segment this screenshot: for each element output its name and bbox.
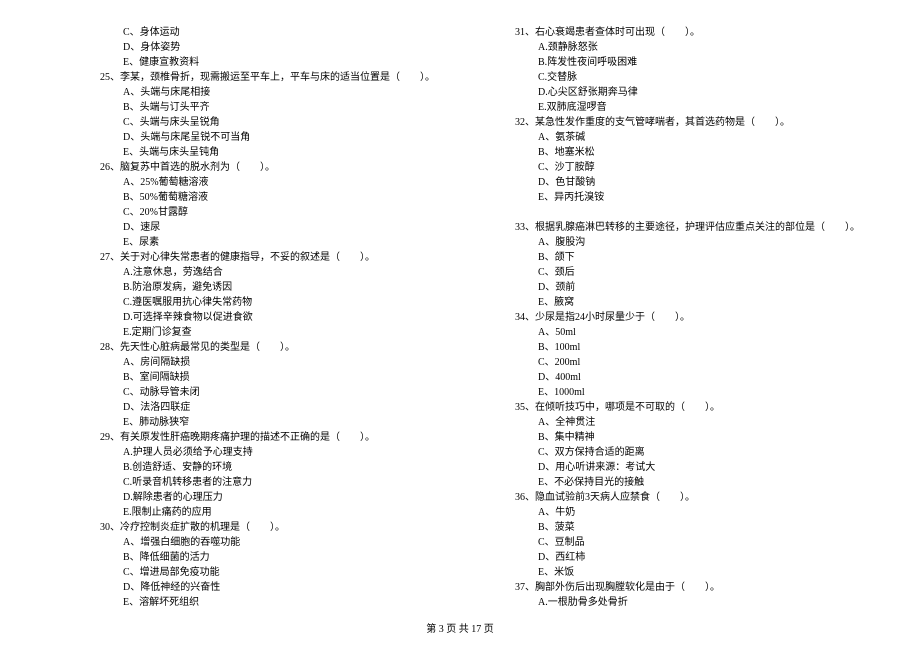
option-item: A、增强白细胞的吞噬功能 [100,535,430,550]
option-item: A、50ml [515,325,850,340]
option-item: B、100ml [515,340,850,355]
option-item: A.护理人员必须给予心理支持 [100,445,430,460]
question-text: 25、李某，颈椎骨折，现需搬运至平车上，平车与床的适当位置是（ ）。 [100,70,430,85]
question-27: 27、关于对心律失常患者的健康指导，不妥的叙述是（ ）。 A.注意休息，劳逸结合… [100,250,430,340]
option-item: E、头端与床头呈钝角 [100,145,430,160]
option-item: D、降低神经的兴奋性 [100,580,430,595]
question-25: 25、李某，颈椎骨折，现需搬运至平车上，平车与床的适当位置是（ ）。 A、头端与… [100,70,430,160]
question-text: 33、根据乳腺癌淋巴转移的主要途径，护理评估应重点关注的部位是（ ）。 [515,220,850,235]
question-30: 30、冷疗控制炎症扩散的机理是（ ）。 A、增强白细胞的吞噬功能 B、降低细菌的… [100,520,430,610]
question-text: 28、先天性心脏病最常见的类型是（ ）。 [100,340,430,355]
question-29: 29、有关原发性肝癌晚期疼痛护理的描述不正确的是（ ）。 A.护理人员必须给予心… [100,430,430,520]
option-item: A.注意休息，劳逸结合 [100,265,430,280]
page-columns: C、身体运动 D、身体姿势 E、健康宣教资料 25、李某，颈椎骨折，现需搬运至平… [0,25,920,620]
option-item: B、头端与订头平齐 [100,100,430,115]
option-item: E、溶解坏死组织 [100,595,430,610]
option-item: D、头端与床尾呈锐不可当角 [100,130,430,145]
option-item: B、室间隔缺损 [100,370,430,385]
page-footer: 第 3 页 共 17 页 [0,620,920,635]
question-36: 36、隐血试验前3天病人应禁食（ ）。 A、牛奶 B、菠菜 C、豆制品 D、西红… [515,490,850,580]
question-35: 35、在倾听技巧中，哪项是不可取的（ ）。 A、全神贯注 B、集中精神 C、双方… [515,400,850,490]
option-item: A、牛奶 [515,505,850,520]
question-28: 28、先天性心脏病最常见的类型是（ ）。 A、房间隔缺损 B、室间隔缺损 C、动… [100,340,430,430]
question-text: 34、少尿是指24小时尿量少于（ ）。 [515,310,850,325]
option-item: D.心尖区舒张期奔马律 [515,85,850,100]
option-item: C.遵医嘱服用抗心律失常药物 [100,295,430,310]
question-text: 35、在倾听技巧中，哪项是不可取的（ ）。 [515,400,850,415]
option-item: E.定期门诊复查 [100,325,430,340]
option-item: C、双方保持合适的距离 [515,445,850,460]
option-item: B.创造舒适、安静的环境 [100,460,430,475]
option-item: A、25%葡萄糖溶液 [100,175,430,190]
option-item: C、20%甘露醇 [100,205,430,220]
question-26: 26、脑复苏中首选的脱水剂为（ ）。 A、25%葡萄糖溶液 B、50%葡萄糖溶液… [100,160,430,250]
option-item: D、西红柿 [515,550,850,565]
option-item: C、200ml [515,355,850,370]
option-item: C.听录音机转移患者的注意力 [100,475,430,490]
question-34: 34、少尿是指24小时尿量少于（ ）。 A、50ml B、100ml C、200… [515,310,850,400]
question-37: 37、胸部外伤后出现胸膛软化是由于（ ）。 A.一根肋骨多处骨折 [515,580,850,610]
question-text: 27、关于对心律失常患者的健康指导，不妥的叙述是（ ）。 [100,250,430,265]
option-item: B.阵发性夜间呼吸困难 [515,55,850,70]
option-item: C、动脉导管未闭 [100,385,430,400]
option-item: E、不必保持目光的接触 [515,475,850,490]
question-32: 32、某急性发作重度的支气管哮喘者，其首选药物是（ ）。 A、氨茶碱 B、地塞米… [515,115,850,205]
question-text: 30、冷疗控制炎症扩散的机理是（ ）。 [100,520,430,535]
option-item: E、1000ml [515,385,850,400]
option-item: E、腋窝 [515,295,850,310]
option-item: D、速尿 [100,220,430,235]
question-text: 31、右心衰竭患者查体时可出现（ ）。 [515,25,850,40]
option-item: C、豆制品 [515,535,850,550]
option-item: C、颈后 [515,265,850,280]
option-item: A、头端与床尾相接 [100,85,430,100]
question-31: 31、右心衰竭患者查体时可出现（ ）。 A.颈静脉怒张 B.阵发性夜间呼吸困难 … [515,25,850,115]
option-item: D.解除患者的心理压力 [100,490,430,505]
option-item: D、色甘酸钠 [515,175,850,190]
question-text: 37、胸部外伤后出现胸膛软化是由于（ ）。 [515,580,850,595]
option-item: A、全神贯注 [515,415,850,430]
left-column: C、身体运动 D、身体姿势 E、健康宣教资料 25、李某，颈椎骨折，现需搬运至平… [0,25,460,620]
option-item: C.交替脉 [515,70,850,85]
option-item: C、头端与床头呈锐角 [100,115,430,130]
option-item: E、米饭 [515,565,850,580]
option-item: A、房间隔缺损 [100,355,430,370]
option-item: C、增进局部免疫功能 [100,565,430,580]
option-item: C、沙丁胺醇 [515,160,850,175]
option-item: B、菠菜 [515,520,850,535]
option-item: A.一根肋骨多处骨折 [515,595,850,610]
option-item: E、健康宣教资料 [100,55,430,70]
option-item: B、集中精神 [515,430,850,445]
option-item: A、氨茶碱 [515,130,850,145]
option-item: D.可选择辛辣食物以促进食欲 [100,310,430,325]
option-item: B、降低细菌的活力 [100,550,430,565]
question-33: 33、根据乳腺癌淋巴转移的主要途径，护理评估应重点关注的部位是（ ）。 A、腹股… [515,220,850,310]
question-text: 26、脑复苏中首选的脱水剂为（ ）。 [100,160,430,175]
option-item: D、用心听讲来源：考试大 [515,460,850,475]
option-item: C、身体运动 [100,25,430,40]
option-item: B、50%葡萄糖溶液 [100,190,430,205]
orphan-options-block: C、身体运动 D、身体姿势 E、健康宣教资料 [100,25,430,70]
question-text: 29、有关原发性肝癌晚期疼痛护理的描述不正确的是（ ）。 [100,430,430,445]
option-item: A.颈静脉怒张 [515,40,850,55]
option-item: B.防治原发病，避免诱因 [100,280,430,295]
option-item: A、腹股沟 [515,235,850,250]
option-item: D、法洛四联症 [100,400,430,415]
option-item: D、400ml [515,370,850,385]
option-item: D、身体姿势 [100,40,430,55]
option-item: B、颌下 [515,250,850,265]
option-item: E.限制止痛药的应用 [100,505,430,520]
option-item: E、肺动脉狭窄 [100,415,430,430]
question-text: 36、隐血试验前3天病人应禁食（ ）。 [515,490,850,505]
question-text: 32、某急性发作重度的支气管哮喘者，其首选药物是（ ）。 [515,115,850,130]
right-column: 31、右心衰竭患者查体时可出现（ ）。 A.颈静脉怒张 B.阵发性夜间呼吸困难 … [460,25,920,620]
option-item: B、地塞米松 [515,145,850,160]
option-item: E、尿素 [100,235,430,250]
option-item: E、异丙托溴铵 [515,190,850,205]
option-item: D、颈前 [515,280,850,295]
option-item: E.双肺底湿啰音 [515,100,850,115]
